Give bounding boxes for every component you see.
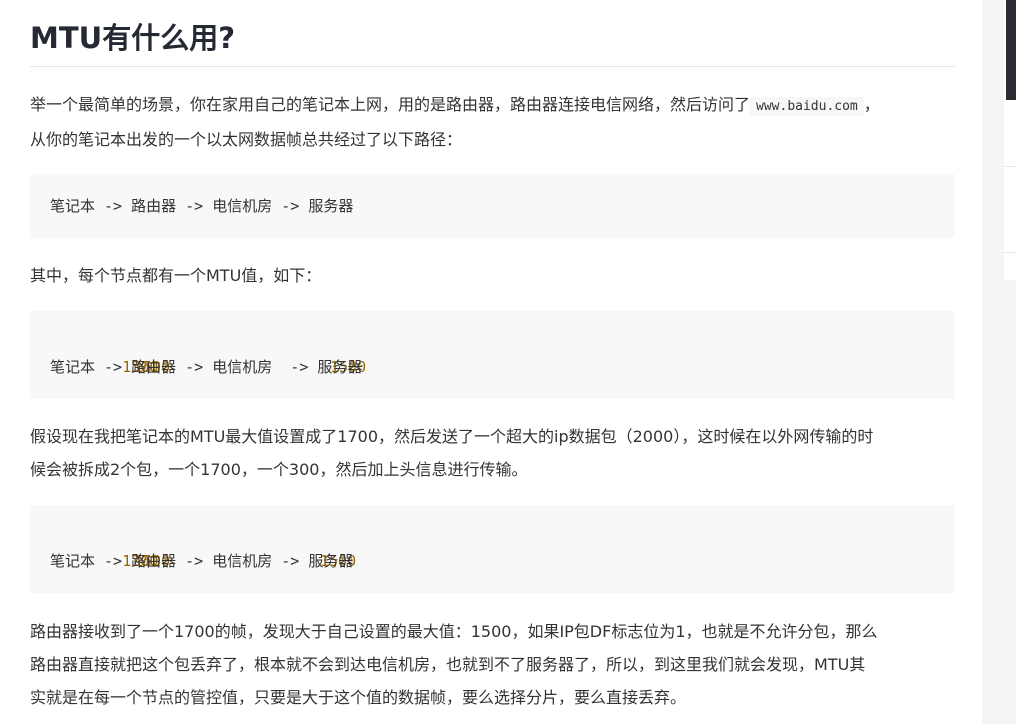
paragraph-fragmentation-line1: 假设现在我把笔记本的MTU最大值设置成了1700，然后发送了一个超大的ip数据包… xyxy=(30,427,874,446)
paragraph-fragmentation-line2: 候会被拆成2个包，一个1700，一个300，然后加上头信息进行传输。 xyxy=(30,460,528,479)
paragraph-conclusion-line2: 路由器直接就把这个包丢弃了，根本就不会到达电信机房，也就到不了服务器了，所以，到… xyxy=(30,655,866,674)
article-body: MTU有什么用? 举一个最简单的场景，你在家用自己的笔记本上网，用的是路由器，路… xyxy=(0,0,982,724)
sidebar-image xyxy=(1006,0,1016,100)
paragraph-mtu-values: 其中，每个节点都有一个MTU值，如下： xyxy=(30,266,322,285)
sidebar-divider xyxy=(1004,166,1016,167)
code-line-path: 笔记本 -> 路由器 -> 电信机房 -> 服务器 xyxy=(50,197,354,215)
code-block-mtu-values: 1500 1500 1500 笔记本 -> 路由器 -> 电信机房 -> 服务器 xyxy=(30,311,955,399)
paragraph-scenario-line2: 从你的笔记本出发的一个以太网数据帧总共经过了以下路径： xyxy=(30,130,463,149)
code-line-numbers: 1500 1500 1500 xyxy=(50,331,366,376)
paragraph-conclusion-line3: 实就是在每一个节点的管控值，只要是大于这个值的数据帧，要么选择分片，要么直接丢弃… xyxy=(30,688,687,707)
code-line-path: 笔记本 -> 路由器 -> 电信机房 -> 服务器 xyxy=(50,358,363,376)
section-heading: MTU有什么用? xyxy=(30,18,955,67)
code-block-path: 笔记本 -> 路由器 -> 电信机房 -> 服务器 xyxy=(30,174,955,238)
code-line-numbers: 1700 1500 1500 xyxy=(50,525,356,570)
code-block-mtu-modified: 1700 1500 1500 笔记本 -> 路由器 -> 电信机房 -> 服务器 xyxy=(30,505,955,593)
paragraph-fragmentation: 假设现在我把笔记本的MTU最大值设置成了1700，然后发送了一个超大的ip数据包… xyxy=(30,420,955,486)
code-line-path: 笔记本 -> 路由器 -> 电信机房 -> 服务器 xyxy=(50,552,354,570)
paragraph-scenario: 举一个最简单的场景，你在家用自己的笔记本上网，用的是路由器，路由器连接电信网络，… xyxy=(30,88,955,156)
paragraph-scenario-text: 举一个最简单的场景，你在家用自己的笔记本上网，用的是路由器，路由器连接电信网络，… xyxy=(30,95,751,114)
paragraph-conclusion-line1: 路由器接收到了一个1700的帧，发现大于自己设置的最大值：1500，如果IP包D… xyxy=(30,622,878,641)
paragraph-scenario-punct: ， xyxy=(863,95,880,114)
inline-code-url: www.baidu.com xyxy=(750,97,864,116)
paragraph-conclusion: 路由器接收到了一个1700的帧，发现大于自己设置的最大值：1500，如果IP包D… xyxy=(30,615,955,714)
sidebar-divider xyxy=(1004,252,1016,253)
